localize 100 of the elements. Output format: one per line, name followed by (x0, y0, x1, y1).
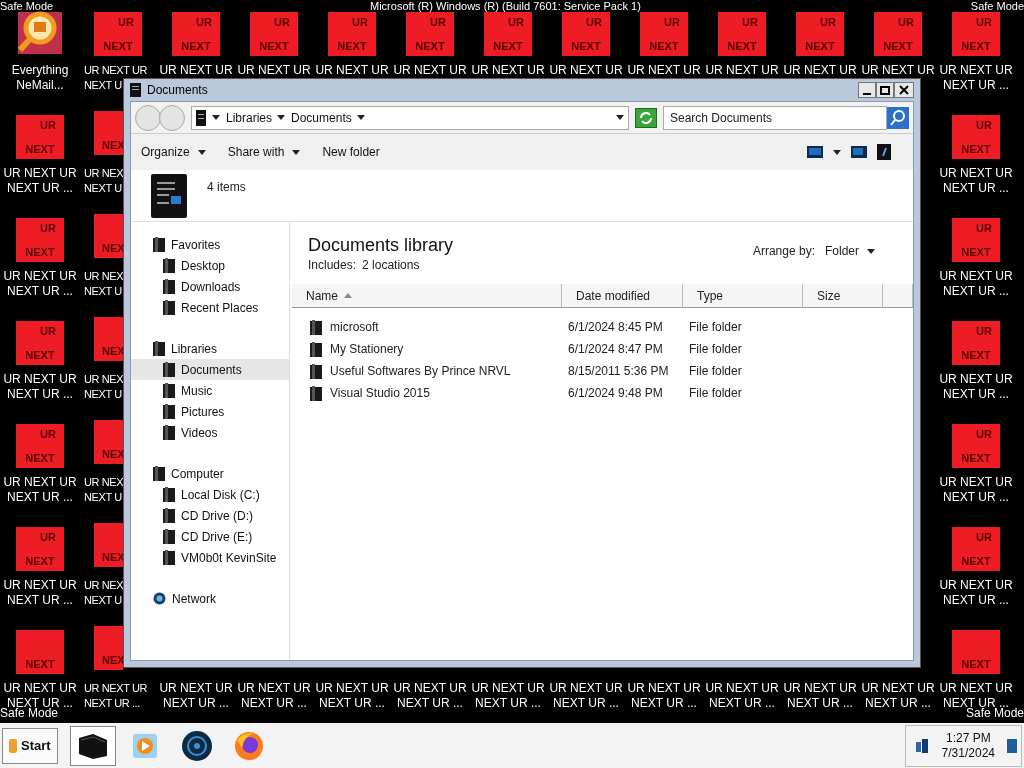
column-header[interactable]: Type (683, 284, 803, 307)
includes-label: Includes: (308, 257, 357, 274)
nav-item[interactable]: VM0b0t KevinSite (131, 547, 289, 568)
date-cell-text: 6/1/2024 8:47 PM (567, 341, 664, 358)
nav-group[interactable]: Computer (131, 463, 289, 484)
tile-text: NEXT (181, 38, 211, 54)
icon-label: UR NEXT UR (84, 63, 148, 78)
nav-item[interactable]: CD Drive (E:) (131, 526, 289, 547)
nav-item[interactable]: Documents (131, 359, 289, 380)
preview-pane-icon[interactable] (851, 146, 867, 158)
icon-label: NEXT UR ... (7, 593, 73, 608)
icon-label: NEXT UR ... (943, 78, 1009, 93)
document-icon (130, 83, 141, 97)
nav-item[interactable]: Downloads (131, 276, 289, 297)
icon-label: UR NEXT UR (939, 475, 1013, 490)
minimize-button[interactable] (858, 82, 876, 98)
folder-icon (76, 731, 109, 760)
nav-item[interactable]: Videos (131, 422, 289, 443)
type-cell-text: File folder (688, 341, 743, 358)
caret-icon (616, 115, 624, 120)
icon-label: UR NEXT UR (939, 372, 1013, 387)
firefox-icon (232, 729, 265, 762)
window-title: Documents (147, 82, 209, 99)
help-icon[interactable] (877, 144, 891, 160)
desktop-caption: Safe Mode (0, 0, 54, 12)
desktop-icon[interactable] (1007, 738, 1017, 753)
address-bar[interactable]: Libraries Documents (191, 105, 629, 130)
folder-icon (163, 508, 175, 523)
locations-link[interactable]: 2 locations (362, 256, 420, 274)
icon-label: NEXT UR ... (865, 696, 931, 711)
tile-text: NEXT (961, 553, 991, 569)
desktop-caption: Safe Mode (0, 706, 59, 721)
icon-label: UR NEXT UR (783, 63, 857, 78)
tile-text: UR (508, 15, 525, 30)
close-icon (899, 85, 909, 95)
tile-text: NEXT (649, 38, 679, 54)
taskbar-app[interactable] (69, 725, 116, 766)
breadcrumb-item[interactable]: Documents (291, 108, 365, 127)
tile-text: UR (196, 15, 213, 30)
tile-text: NEX (102, 549, 123, 565)
icon-label: UR NEXT UR (159, 63, 233, 78)
nav-item[interactable]: Music (131, 380, 289, 401)
tile-text: UR (40, 530, 57, 545)
nav-item[interactable]: CD Drive (D:) (131, 505, 289, 526)
file-name[interactable]: Useful Softwares By Prince NRVL (330, 362, 511, 380)
column-header[interactable]: Name (292, 284, 562, 307)
tile-text: NEX (102, 137, 123, 153)
tile-text: NEXT (961, 450, 991, 466)
arrange-label: Arrange by: (752, 243, 815, 260)
tile-text: NEXT (337, 38, 367, 54)
globe-icon (153, 592, 166, 605)
icon-label: NEXT UR ... (7, 387, 73, 402)
arrange-dropdown[interactable]: Folder (825, 242, 875, 260)
file-name[interactable]: My Stationery (330, 340, 404, 358)
tile-text: NEXT (727, 38, 757, 54)
nav-item[interactable]: Recent Places (131, 297, 289, 318)
folder-icon (163, 383, 175, 398)
nav-group[interactable]: Network (131, 588, 289, 609)
clock-date[interactable]: 7/31/2024 (941, 745, 995, 761)
nav-group[interactable]: Favorites (131, 234, 289, 255)
tile-text: UR (976, 530, 993, 545)
clock-time[interactable]: 1:27 PM (945, 730, 991, 746)
icon-label: UR NEXT UR (315, 63, 389, 78)
nav-item[interactable]: Local Disk (C:) (131, 484, 289, 505)
icon-label: NEXT U (84, 78, 122, 93)
search-icon[interactable] (887, 106, 909, 129)
icon-label: UR NEXT UR (393, 681, 467, 696)
icon-label: UR NEXT UR (627, 681, 701, 696)
icon-label: UR NEXT UR (3, 475, 77, 490)
toolbar-button[interactable]: New folder (322, 143, 380, 161)
icon-label: NEXT UR ... (163, 696, 229, 711)
breadcrumb-item[interactable]: Libraries (226, 108, 286, 127)
tile-text: NEXT (25, 244, 55, 260)
toolbar-button[interactable]: Organize (141, 143, 206, 161)
folder-icon (163, 300, 175, 315)
search-field[interactable]: Search Documents (663, 105, 887, 130)
caret-icon (356, 115, 365, 120)
file-name[interactable]: microsoft (330, 318, 379, 336)
icon-label: UR NEX (84, 372, 124, 387)
refresh-button[interactable] (635, 107, 657, 128)
refresh-icon (639, 111, 653, 124)
globe-icon (180, 729, 213, 762)
library-icon (151, 173, 187, 218)
network-icon[interactable] (915, 737, 930, 754)
close-button[interactable] (894, 82, 914, 98)
nav-item[interactable]: Desktop (131, 255, 289, 276)
icon-label: NEXT UR ... (319, 696, 385, 711)
tile-text: UR (118, 15, 135, 30)
date-cell-text: 8/15/2011 5:36 PM (567, 363, 670, 380)
column-header[interactable]: Size (803, 284, 883, 307)
view-icon[interactable] (807, 146, 823, 158)
nav-group[interactable]: Libraries (131, 338, 289, 359)
folder-icon (163, 425, 175, 440)
start-button[interactable]: Start (2, 727, 58, 764)
file-name[interactable]: Visual Studio 2015 (330, 384, 430, 402)
nav-item[interactable]: Pictures (131, 401, 289, 422)
tile-text: NEXT (961, 244, 991, 260)
toolbar-button[interactable]: Share with (227, 143, 301, 161)
column-header[interactable]: Date modified (562, 284, 683, 307)
maximize-button[interactable] (876, 82, 894, 98)
